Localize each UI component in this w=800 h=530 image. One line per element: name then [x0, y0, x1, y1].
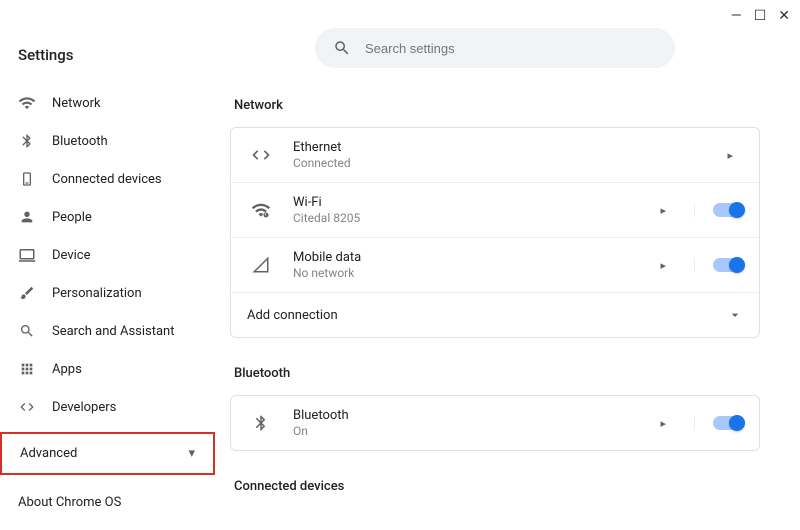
search-icon [18, 322, 36, 340]
sidebar-item-people[interactable]: People [0, 198, 215, 236]
bluetooth-toggle[interactable] [713, 416, 743, 430]
section-title-bluetooth: Bluetooth [234, 366, 760, 381]
bluetooth-icon [18, 132, 36, 150]
sidebar-item-device[interactable]: Device [0, 236, 215, 274]
wifi-toggle[interactable] [713, 203, 743, 217]
sidebar-item-label: Personalization [52, 286, 142, 301]
chevron-right-icon: ▸ [717, 149, 743, 162]
network-card: Ethernet Connected ▸ Wi-Fi Citedal 8205 … [230, 127, 760, 338]
ethernet-row[interactable]: Ethernet Connected ▸ [231, 128, 759, 183]
wifi-row[interactable]: Wi-Fi Citedal 8205 ▸ [231, 183, 759, 238]
bluetooth-title: Bluetooth [293, 408, 632, 423]
sidebar-about[interactable]: About Chrome OS [0, 475, 215, 530]
chevron-right-icon: ▸ [650, 204, 676, 217]
sidebar-item-label: Search and Assistant [52, 324, 175, 339]
sidebar-item-label: Apps [52, 362, 82, 377]
mobile-title: Mobile data [293, 250, 632, 265]
mobile-signal-icon [247, 256, 275, 274]
section-title-connected: Connected devices [234, 479, 760, 494]
sidebar-item-personalization[interactable]: Personalization [0, 274, 215, 312]
sidebar-item-label: Device [52, 248, 91, 263]
ethernet-sub: Connected [293, 156, 699, 170]
laptop-icon [18, 246, 36, 264]
wifi-sub: Citedal 8205 [293, 211, 632, 225]
sidebar-item-network[interactable]: Network [0, 84, 215, 122]
sidebar-item-developers[interactable]: Developers [0, 388, 215, 426]
bluetooth-sub: On [293, 424, 632, 438]
chevron-down-icon: ▾ [188, 446, 195, 461]
chevron-down-icon [727, 307, 743, 323]
brush-icon [18, 284, 36, 302]
search-box[interactable] [315, 28, 675, 68]
sidebar-item-connected-devices[interactable]: Connected devices [0, 160, 215, 198]
sidebar-item-search-assistant[interactable]: Search and Assistant [0, 312, 215, 350]
ethernet-title: Ethernet [293, 140, 699, 155]
sidebar-item-label: Connected devices [52, 172, 162, 187]
page-title: Settings [0, 46, 215, 84]
mobile-row[interactable]: Mobile data No network ▸ [231, 238, 759, 293]
sidebar-item-bluetooth[interactable]: Bluetooth [0, 122, 215, 160]
chevron-right-icon: ▸ [650, 417, 676, 430]
apps-icon [18, 360, 36, 378]
add-connection-label: Add connection [247, 308, 338, 323]
ethernet-icon [247, 145, 275, 165]
sidebar-item-apps[interactable]: Apps [0, 350, 215, 388]
bluetooth-card: Bluetooth On ▸ [230, 395, 760, 451]
mobile-toggle[interactable] [713, 258, 743, 272]
bluetooth-icon [247, 414, 275, 432]
sidebar-item-label: People [52, 210, 92, 225]
person-icon [18, 208, 36, 226]
sidebar-item-label: Developers [52, 400, 116, 415]
phone-icon [18, 170, 36, 188]
chevron-right-icon: ▸ [650, 259, 676, 272]
search-icon [333, 39, 351, 57]
section-title-network: Network [234, 98, 760, 113]
wifi-icon [247, 200, 275, 220]
sidebar-item-label: Network [52, 96, 101, 111]
mobile-sub: No network [293, 266, 632, 280]
code-icon [18, 398, 36, 416]
sidebar-advanced[interactable]: Advanced ▾ [0, 432, 215, 475]
advanced-label: Advanced [20, 446, 77, 461]
search-input[interactable] [365, 41, 657, 56]
sidebar-item-label: Bluetooth [52, 134, 108, 149]
add-connection-row[interactable]: Add connection [231, 293, 759, 337]
bluetooth-row[interactable]: Bluetooth On ▸ [231, 396, 759, 450]
wifi-title: Wi-Fi [293, 195, 632, 210]
wifi-icon [18, 94, 36, 112]
